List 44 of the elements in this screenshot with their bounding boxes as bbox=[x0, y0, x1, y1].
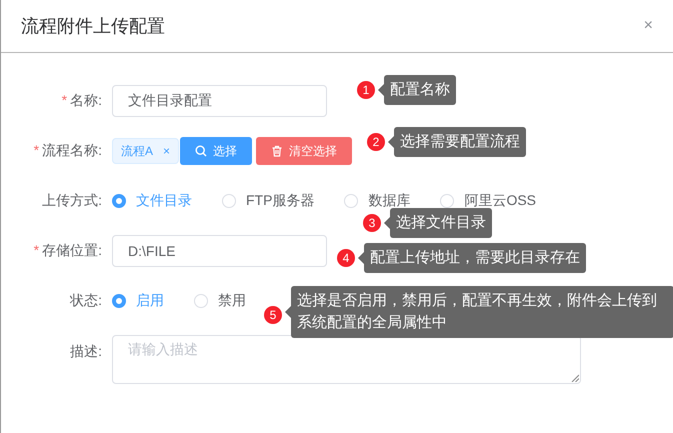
radio-label: 禁用 bbox=[218, 292, 246, 310]
field-label: 上传方式: bbox=[42, 192, 102, 210]
annotation-tooltip: 配置名称 bbox=[378, 75, 456, 105]
number-badge: 3 bbox=[363, 214, 381, 232]
radio-button[interactable] bbox=[112, 294, 126, 308]
annotation-tooltip: 选择文件目录 bbox=[384, 208, 492, 238]
radio-label: 文件目录 bbox=[136, 192, 192, 210]
resize-handle-icon[interactable] bbox=[571, 374, 579, 382]
search-icon bbox=[195, 145, 208, 157]
field-label: 名称: bbox=[70, 92, 102, 110]
radio-button[interactable] bbox=[112, 194, 126, 208]
radio-option[interactable]: 启用 bbox=[112, 292, 164, 310]
required-asterisk: * bbox=[62, 92, 68, 110]
field-label: 流程名称: bbox=[42, 142, 102, 160]
tag-text: 流程A bbox=[121, 142, 154, 160]
clear-button[interactable]: 清空选择 bbox=[256, 137, 352, 165]
radio-label: FTP服务器 bbox=[246, 192, 314, 210]
field-label: 描述: bbox=[70, 343, 102, 361]
trash-icon bbox=[271, 145, 284, 157]
radio-option[interactable]: 禁用 bbox=[194, 292, 246, 310]
text-input[interactable]: 文件目录配置 bbox=[112, 85, 327, 117]
number-badge: 5 bbox=[264, 306, 282, 324]
required-asterisk: * bbox=[34, 142, 40, 160]
text-input[interactable]: D:\FILE bbox=[112, 235, 327, 267]
field-label: 存储位置: bbox=[42, 242, 102, 260]
radio-label: 数据库 bbox=[368, 192, 410, 210]
radio-label: 启用 bbox=[136, 292, 164, 310]
radio-option[interactable]: 文件目录 bbox=[112, 192, 192, 210]
number-badge: 4 bbox=[337, 249, 355, 267]
required-asterisk: * bbox=[34, 242, 40, 260]
close-button[interactable]: × bbox=[644, 17, 653, 35]
annotation-tooltip: 选择是否启用，禁用后，配置不再生效，附件会上传到系统配置的全局属性中 bbox=[285, 286, 673, 338]
number-badge: 1 bbox=[357, 81, 375, 99]
tag-close-button[interactable]: × bbox=[163, 144, 170, 158]
annotation-tooltip: 选择需要配置流程 bbox=[388, 127, 526, 157]
dialog-title: 流程附件上传配置 bbox=[21, 15, 165, 38]
placeholder-text: 请输入描述 bbox=[128, 341, 198, 357]
select-button[interactable]: 选择 bbox=[180, 137, 252, 165]
field-label: 状态: bbox=[70, 292, 102, 310]
number-badge: 2 bbox=[367, 133, 385, 151]
radio-option[interactable]: 数据库 bbox=[344, 192, 410, 210]
annotation-tooltip: 配置上传地址，需要此目录存在 bbox=[358, 243, 586, 273]
radio-label: 阿里云OSS bbox=[464, 192, 536, 210]
radio-option[interactable]: FTP服务器 bbox=[222, 192, 314, 210]
